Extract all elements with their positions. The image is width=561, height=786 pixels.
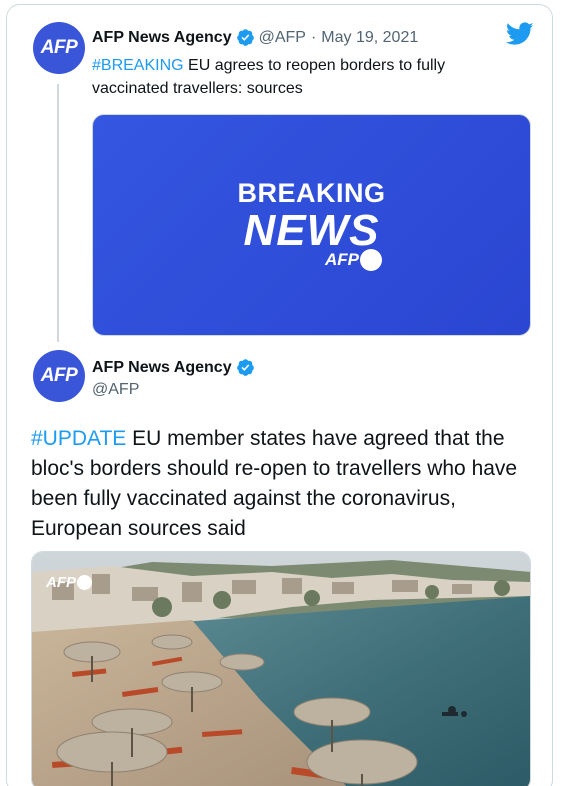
author-handle[interactable]: @AFP <box>92 381 139 399</box>
afp-logo-text: AFP <box>325 250 359 269</box>
breaking-label: BREAKING <box>237 178 386 208</box>
tweet-date[interactable]: May 19, 2021 <box>321 29 418 47</box>
author-handle[interactable]: @AFP <box>259 29 306 47</box>
tweet-author-row: AFP News Agency @AFP · May 19, 2021 <box>92 28 418 47</box>
hashtag-link[interactable]: #BREAKING <box>92 57 184 74</box>
verified-badge-icon <box>236 359 254 376</box>
verified-badge-icon <box>236 29 254 46</box>
thread-connector-line <box>57 84 59 342</box>
author-name[interactable]: AFP News Agency <box>92 29 232 47</box>
beach-photo[interactable]: AFP <box>31 551 531 786</box>
author-name[interactable]: AFP News Agency <box>92 359 232 377</box>
afp-watermark: AFP <box>46 574 92 591</box>
afp-logo-dot <box>360 249 382 271</box>
afp-logo: AFP <box>325 249 382 271</box>
news-label: NEWS <box>243 206 380 255</box>
afp-watermark-text: AFP <box>46 574 76 591</box>
avatar[interactable]: AFP <box>33 350 85 402</box>
avatar[interactable]: AFP <box>33 22 85 74</box>
meta-separator: · <box>310 28 317 46</box>
afp-watermark-dot <box>77 575 92 590</box>
twitter-bird-icon[interactable] <box>506 22 534 46</box>
tweet-text: #UPDATE EU member states have agreed tha… <box>31 424 536 544</box>
hashtag-link[interactable]: #UPDATE <box>31 427 126 450</box>
breaking-news-image[interactable]: BREAKING NEWS AFP <box>92 114 531 336</box>
tweet-text: #BREAKING EU agrees to reopen borders to… <box>92 54 522 100</box>
tweet-author-row: AFP News Agency <box>92 358 259 377</box>
beach-photo-illustration <box>32 552 530 786</box>
